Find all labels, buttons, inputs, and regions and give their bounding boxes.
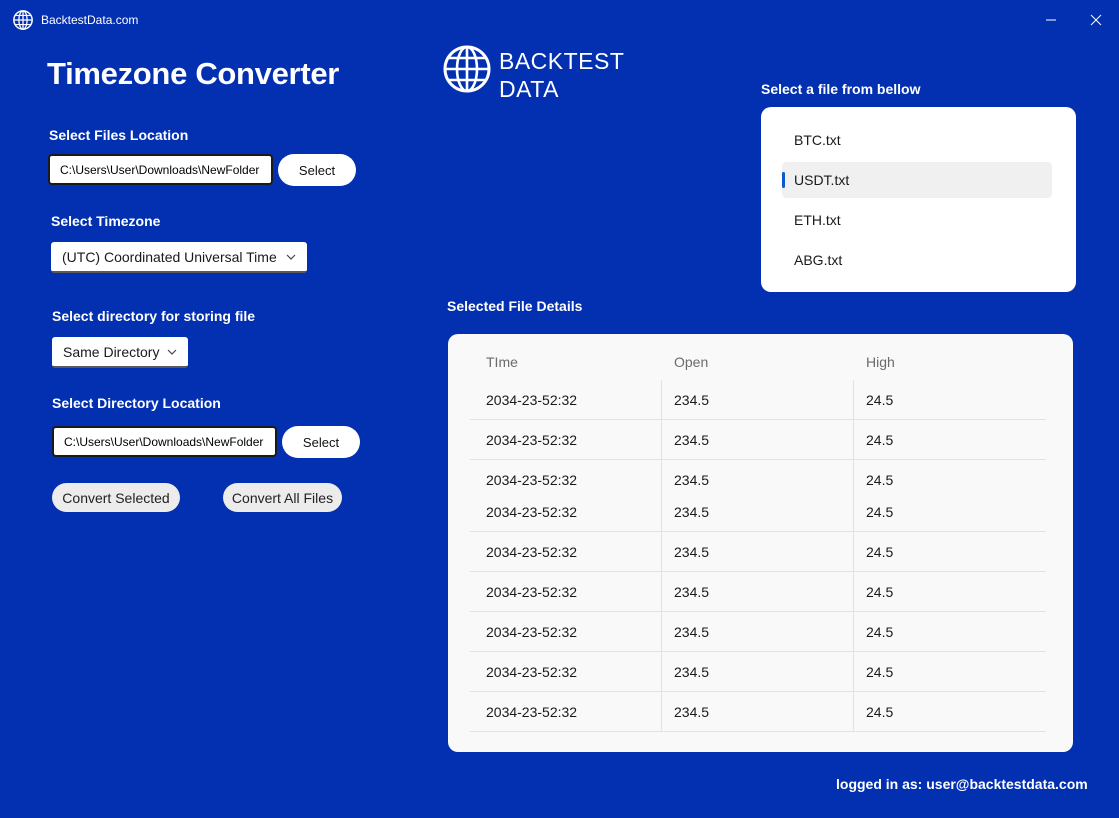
brand-logo-text: BACKTEST DATA [499,47,624,103]
chevron-down-icon [286,254,296,260]
table-row[interactable]: 2034-23-52:32 234.5 24.5 [470,380,1046,420]
file-details-table: TIme Open High 2034-23-52:32 234.5 24.5 … [448,334,1073,752]
high-cell: 24.5 [866,432,894,448]
title-bar: BacktestData.com [0,0,1119,40]
column-header-open: Open [674,354,709,370]
logged-in-status: logged in as: user@backtestdata.com [836,776,1088,792]
open-cell: 234.5 [674,544,710,560]
minimize-button[interactable] [1028,6,1074,34]
column-header-high: High [866,354,895,370]
high-cell: 24.5 [866,544,894,560]
convert-selected-button[interactable]: Convert Selected [52,483,180,512]
time-cell: 2034-23-52:32 [486,624,578,640]
file-list-item-label: ABG.txt [794,252,843,268]
timezone-dropdown[interactable]: (UTC) Coordinated Universal Time [51,242,307,273]
time-cell: 2034-23-52:32 [486,704,578,720]
high-cell: 24.5 [866,624,894,640]
file-list-item-label: BTC.txt [794,132,841,148]
table-row[interactable]: 2034-23-52:32 234.5 24.5 [470,532,1046,572]
open-cell: 234.5 [674,432,710,448]
storage-dropdown[interactable]: Same Directory [52,337,188,368]
open-cell: 234.5 [674,664,710,680]
chevron-down-icon [167,349,177,355]
high-cell: 24.5 [866,664,894,680]
globe-logo-icon [443,45,491,93]
file-list: BTC.txt USDT.txt ETH.txt ABG.txt [761,107,1076,292]
file-list-item-label: ETH.txt [794,212,841,228]
time-cell: 2034-23-52:32 [486,504,578,520]
page-title: Timezone Converter [47,56,340,91]
open-cell: 234.5 [674,584,710,600]
files-location-select-button[interactable]: Select [278,154,356,186]
time-cell: 2034-23-52:32 [486,544,578,560]
timezone-label: Select Timezone [51,213,161,229]
directory-location-input[interactable]: C:\Users\User\Downloads\NewFolder [52,426,277,457]
table-row[interactable]: 2034-23-52:32 234.5 24.5 [470,572,1046,612]
open-cell: 234.5 [674,624,710,640]
open-cell: 234.5 [674,392,710,408]
high-cell: 24.5 [866,584,894,600]
table-row[interactable]: 2034-23-52:32 234.5 24.5 [470,612,1046,652]
storage-label: Select directory for storing file [52,308,256,324]
timezone-selected-value: (UTC) Coordinated Universal Time [62,248,277,265]
files-location-label: Select Files Location [49,127,189,143]
globe-icon [13,10,33,30]
high-cell: 24.5 [866,704,894,720]
storage-selected-value: Same Directory [63,343,160,360]
close-icon [1090,14,1102,26]
logo-line-1: BACKTEST [499,48,625,74]
open-cell: 234.5 [674,504,710,520]
window-title: BacktestData.com [41,13,139,27]
file-list-item[interactable]: ETH.txt [782,202,1052,238]
file-list-item[interactable]: ABG.txt [782,242,1052,278]
file-list-item-label: USDT.txt [794,172,850,188]
directory-location-label: Select Directory Location [52,395,221,411]
open-cell: 234.5 [674,704,710,720]
table-row[interactable]: 2034-23-52:32 234.5 24.5 [470,492,1046,532]
file-details-label: Selected File Details [447,298,583,314]
time-cell: 2034-23-52:32 [486,584,578,600]
time-cell: 2034-23-52:32 [486,664,578,680]
table-row[interactable]: 2034-23-52:32 234.5 24.5 [470,652,1046,692]
high-cell: 24.5 [866,392,894,408]
convert-all-files-button[interactable]: Convert All Files [223,483,342,512]
close-button[interactable] [1073,6,1119,34]
selection-indicator [782,172,785,188]
logo-line-2: DATA [499,76,559,102]
directory-location-select-button[interactable]: Select [282,426,360,458]
minimize-icon [1046,19,1056,21]
files-location-input[interactable]: C:\Users\User\Downloads\NewFolder [48,154,273,185]
table-row[interactable]: 2034-23-52:32 234.5 24.5 [470,420,1046,460]
table-row[interactable]: 2034-23-52:32 234.5 24.5 [470,692,1046,732]
file-list-label: Select a file from bellow [761,81,921,97]
file-list-item[interactable]: BTC.txt [782,122,1052,158]
column-header-time: TIme [486,354,518,370]
file-list-item-selected[interactable]: USDT.txt [782,162,1052,198]
high-cell: 24.5 [866,504,894,520]
time-cell: 2034-23-52:32 [486,392,578,408]
time-cell: 2034-23-52:32 [486,432,578,448]
